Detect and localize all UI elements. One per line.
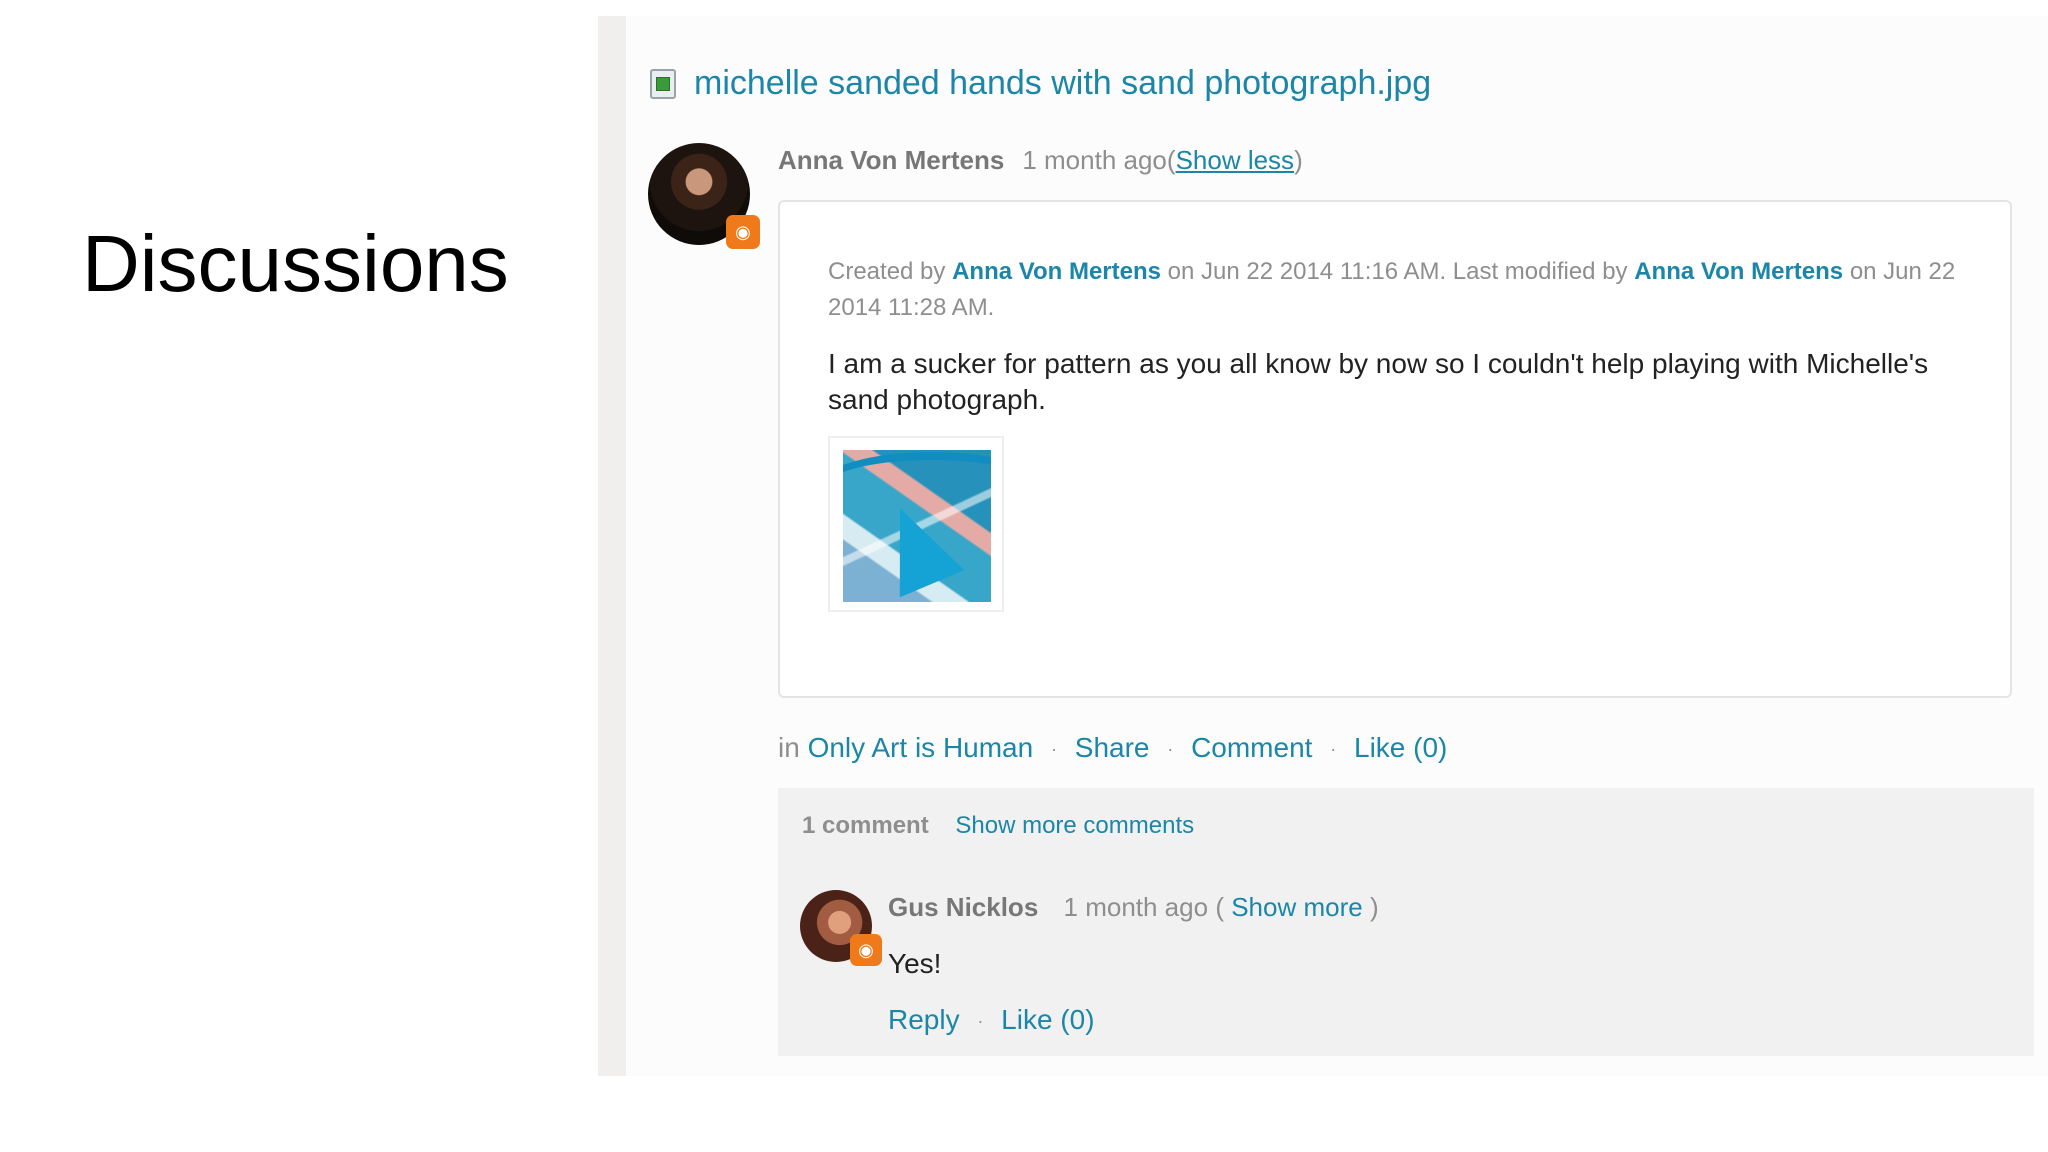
modified-by-name-link[interactable]: Anna Von Mertens — [1634, 258, 1843, 285]
image-file-icon — [650, 68, 676, 99]
screenshot-left-edge — [598, 16, 626, 1076]
slide-title: Discussions — [82, 219, 509, 308]
post-actions-row: in Only Art is Human · Share · Comment ·… — [778, 732, 1447, 764]
separator-dot: · — [1330, 739, 1337, 760]
in-label: in — [778, 732, 800, 763]
like-link[interactable]: Like (0) — [1354, 732, 1447, 763]
image-preview-mark — [656, 76, 670, 91]
reply-link[interactable]: Reply — [888, 1004, 960, 1035]
post-timestamp: 1 month ago — [1022, 145, 1167, 175]
comment-close-paren: ) — [1369, 892, 1379, 922]
group-link[interactable]: Only Art is Human — [808, 732, 1034, 763]
post-open-paren: ( — [1166, 145, 1176, 175]
comment-like-link[interactable]: Like (0) — [1001, 1004, 1094, 1035]
image-thumbnail-frame[interactable] — [828, 436, 1004, 612]
comment-avatar[interactable]: ◉ — [800, 890, 882, 966]
comment-link[interactable]: Comment — [1191, 732, 1312, 763]
comment-text: Yes! — [888, 948, 942, 979]
eye-icon: ◉ — [850, 934, 882, 966]
comment-count: 1 comment — [802, 812, 929, 839]
post-close-paren: ) — [1294, 145, 1303, 175]
comment-actions-row: Reply · Like (0) — [888, 1004, 1095, 1036]
separator-dot: · — [1051, 739, 1057, 760]
show-less-link[interactable]: Show less — [1176, 145, 1295, 176]
comment-open-paren: ( — [1215, 892, 1224, 922]
separator-dot: · — [977, 1011, 984, 1032]
created-by-prefix: Created by — [828, 258, 946, 285]
eye-icon: ◉ — [726, 215, 760, 249]
separator-dot: · — [1167, 739, 1174, 760]
presentation-slide: Discussions michelle sanded hands with s… — [0, 0, 2048, 1152]
comment-meta: Gus Nicklos 1 month ago ( Show more ) — [888, 892, 1379, 923]
avatar[interactable]: ◉ — [648, 143, 760, 249]
comment-timestamp: 1 month ago — [1063, 892, 1209, 922]
comments-panel: 1 comment Show more comments Gus Nicklos… — [778, 788, 2034, 1056]
show-more-comments-link[interactable]: Show more comments — [955, 812, 1194, 839]
post-body-text: I am a sucker for pattern as you all kno… — [828, 348, 1929, 415]
file-title-link[interactable]: michelle sanded hands with sand photogra… — [694, 64, 1431, 103]
share-link[interactable]: Share — [1075, 732, 1150, 763]
post-content-box: Created by Anna Von Mertens on Jun 22 20… — [778, 200, 2012, 698]
created-modified-line: Created by Anna Von Mertens on Jun 22 20… — [828, 254, 1978, 326]
post-author-name[interactable]: Anna Von Mertens — [778, 145, 1004, 176]
created-by-name-link[interactable]: Anna Von Mertens — [952, 258, 1161, 285]
comment-count-row: 1 comment Show more comments — [802, 812, 1194, 840]
comment-show-more-link[interactable]: Show more — [1231, 892, 1363, 922]
file-title-row[interactable]: michelle sanded hands with sand photogra… — [650, 64, 1431, 103]
sand-photograph-thumbnail[interactable] — [843, 450, 991, 602]
post-meta: Anna Von Mertens 1 month ago ( Show less… — [778, 145, 1303, 176]
comment-author-name[interactable]: Gus Nicklos — [888, 892, 1038, 922]
created-middle-text: on Jun 22 2014 11:16 AM. Last modified b… — [1167, 258, 1628, 285]
